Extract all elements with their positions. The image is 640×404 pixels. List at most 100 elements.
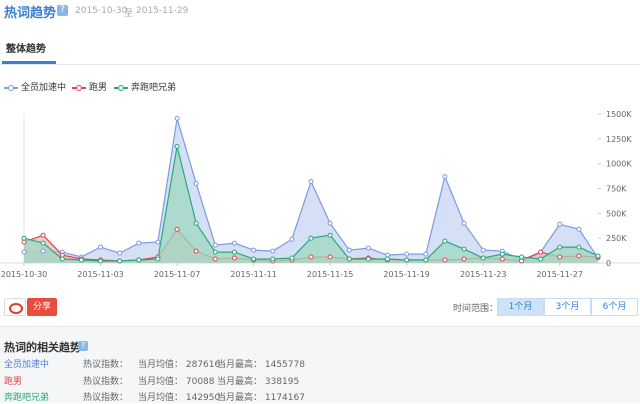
x-tick-label: 2015-11-19: [383, 270, 430, 279]
metric-max: 当月最高： 1174167: [217, 393, 305, 403]
data-point-series-3: [193, 220, 199, 226]
data-point-series-3: [232, 249, 237, 255]
data-point-series-3: [21, 235, 27, 241]
range-option-3-months[interactable]: 3个月: [544, 298, 591, 316]
help-icon[interactable]: ?: [57, 5, 68, 16]
section-title: 热词的相关趋势: [4, 341, 81, 354]
data-point-series-1: [404, 251, 410, 257]
data-point-series-3: [461, 246, 467, 252]
data-point-series-1: [576, 226, 582, 232]
data-point-series-2: [557, 254, 563, 260]
data-point-series-3: [346, 256, 352, 262]
legend-label: 跑男: [89, 83, 108, 93]
data-point-series-3: [442, 238, 448, 244]
data-point-series-3: [538, 256, 544, 262]
metric-max: 当月最高： 338195: [217, 377, 300, 387]
related-row: 跑男 热议指数： 当月均值： 70088 当月最高： 338195: [0, 374, 640, 388]
legend-marker-icon: [72, 84, 86, 92]
x-tick-label: 2015-11-07: [154, 270, 201, 279]
data-point-series-3: [40, 240, 46, 246]
y-tick-label: 1500K: [606, 110, 632, 119]
data-point-series-3: [308, 235, 314, 241]
data-point-series-1: [461, 220, 467, 226]
data-point-series-1: [289, 236, 295, 242]
data-point-series-3: [155, 256, 161, 262]
y-tick-label: 750K: [606, 185, 627, 194]
data-point-series-2: [40, 232, 46, 238]
related-term-link[interactable]: 全员加速中: [4, 357, 49, 370]
data-point-series-3: [98, 258, 103, 264]
data-point-series-1: [212, 242, 218, 248]
y-tick-label: 0: [606, 259, 611, 268]
data-point-series-3: [404, 257, 410, 263]
time-range-label: 时间范围：: [453, 304, 499, 314]
data-point-series-1: [423, 251, 429, 257]
range-option-1-month[interactable]: 1个月: [497, 298, 544, 316]
data-point-series-3: [251, 256, 257, 262]
legend-item-series-1[interactable]: 全员加速中: [4, 80, 66, 93]
related-term-link[interactable]: 跑男: [4, 374, 22, 387]
data-point-series-2: [461, 256, 467, 262]
tab-bar: 整体趋势: [0, 30, 640, 65]
legend-item-series-2[interactable]: 跑男: [72, 80, 107, 93]
data-point-series-1: [21, 249, 27, 255]
data-point-series-1: [251, 247, 257, 253]
range-option-6-months[interactable]: 6个月: [591, 298, 638, 316]
help-icon[interactable]: ?: [78, 341, 88, 351]
data-point-series-2: [308, 254, 314, 260]
data-point-series-3: [136, 257, 142, 263]
data-point-series-1: [557, 221, 563, 227]
y-tick-label: 1250K: [606, 135, 632, 144]
weibo-icon[interactable]: [4, 298, 26, 316]
x-tick-label: 2015-11-03: [77, 270, 124, 279]
data-point-series-2: [212, 256, 218, 262]
active-tab-indicator: [2, 61, 56, 64]
data-point-series-3: [480, 255, 486, 261]
metric-max: 当月最高： 1455778: [217, 360, 305, 370]
x-tick-label: 2015-11-27: [536, 270, 583, 279]
data-point-series-2: [174, 226, 180, 232]
legend-label: 全员加速中: [21, 83, 67, 93]
data-point-series-1: [270, 248, 276, 254]
metric-label: 热议指数：: [83, 377, 129, 387]
data-point-series-2: [232, 255, 237, 261]
related-row: 全员加速中 热议指数： 当月均值： 287616 当月最高： 1455778: [0, 357, 640, 371]
data-point-series-2: [193, 248, 199, 254]
data-point-series-3: [576, 244, 582, 250]
share-button[interactable]: 分享: [27, 298, 57, 316]
data-point-series-3: [499, 251, 505, 257]
data-point-series-3: [423, 257, 429, 263]
data-point-series-2: [519, 258, 524, 264]
data-point-series-3: [212, 249, 218, 255]
data-point-series-3: [327, 232, 333, 238]
data-point-series-3: [595, 253, 601, 259]
data-point-series-3: [385, 256, 390, 262]
data-point-series-1: [155, 239, 161, 245]
data-point-series-1: [442, 174, 448, 180]
date-separator: 至: [124, 9, 134, 19]
metric-average: 当月均值： 142950: [138, 393, 221, 403]
legend-marker-icon: [114, 84, 128, 92]
legend-label: 奔跑吧兄弟: [131, 83, 177, 93]
data-point-series-3: [289, 255, 295, 261]
data-point-series-1: [117, 250, 123, 256]
data-point-series-2: [327, 254, 333, 260]
data-point-series-2: [442, 257, 448, 263]
data-point-series-1: [346, 247, 352, 253]
data-point-series-3: [117, 258, 123, 264]
x-tick-label: 2015-11-15: [307, 270, 354, 279]
tab-overall-trend[interactable]: 整体趋势: [6, 40, 46, 55]
data-point-series-1: [193, 181, 199, 186]
legend-item-series-3[interactable]: 奔跑吧兄弟: [114, 80, 176, 93]
data-point-series-1: [308, 179, 314, 184]
x-tick-label: 2015-10-30: [1, 270, 48, 279]
data-point-series-2: [538, 249, 544, 255]
data-point-series-2: [576, 253, 582, 259]
metric-label: 热议指数：: [83, 360, 129, 370]
data-point-series-3: [557, 244, 563, 250]
date-end: 2015-11-29: [136, 6, 189, 16]
related-term-link[interactable]: 奔跑吧兄弟: [4, 390, 49, 403]
legend-marker-icon: [4, 84, 18, 92]
metric-average: 当月均值： 70088: [138, 377, 215, 387]
trend-chart: 0 250K 500K 750K 1000K 1250K 1500K 2015-10-30 20…: [0, 110, 640, 279]
